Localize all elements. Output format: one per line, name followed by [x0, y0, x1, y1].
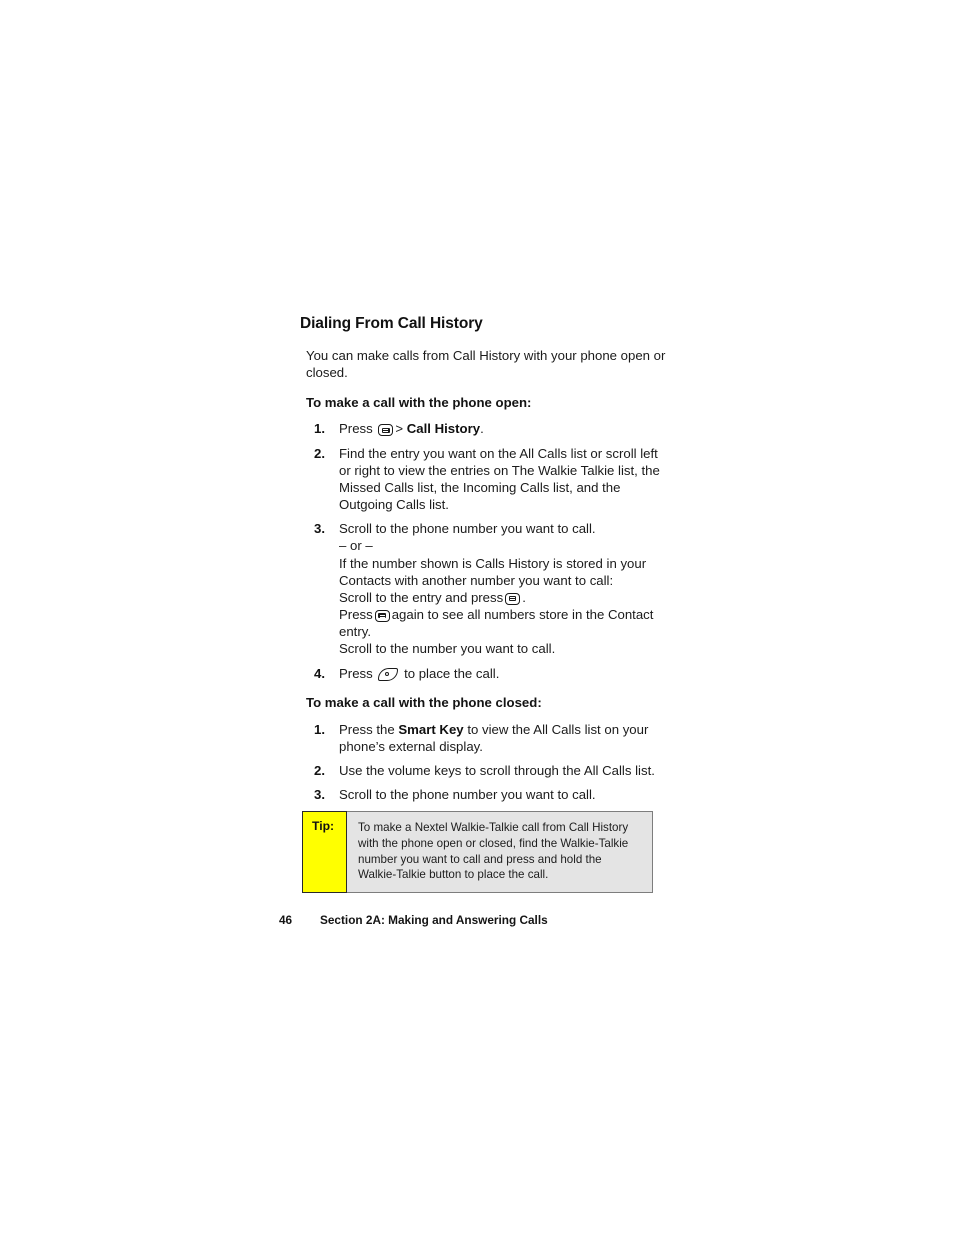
step-bold-term: Call History	[406, 421, 481, 437]
manual-page: Dialing From Call History You can make c…	[0, 0, 954, 1235]
menu-key-icon	[378, 424, 394, 437]
step-text: Use the volume keys to scroll through th…	[339, 762, 655, 778]
page-content: Dialing From Call History You can make c…	[300, 315, 670, 865]
step-sub-line-1: If the number shown is Calls History is …	[339, 555, 647, 588]
step-bold-term: Smart Key	[398, 721, 464, 737]
procedure-open-lead: To make a call with the phone open:	[306, 394, 532, 410]
step-number: 3.	[314, 521, 325, 537]
procedure-closed-lead: To make a call with the phone closed:	[306, 694, 542, 710]
menu-key-icon	[505, 592, 521, 605]
step-sub-line-2: Scroll to the entry and press.	[339, 589, 670, 606]
send-key-icon	[378, 667, 399, 681]
list-item: 2. Find the entry you want on the All Cal…	[300, 445, 670, 514]
step-text-post: to place the call.	[404, 665, 500, 681]
list-item: 1. Press the Smart Key to view the All Ca…	[300, 721, 670, 755]
step-sub-line-2-post: .	[522, 589, 526, 605]
step-chevron: >	[395, 421, 404, 437]
step-number: 1.	[314, 721, 325, 737]
list-item: 3. Scroll to the phone number you want to…	[300, 520, 670, 657]
step-number: 4.	[314, 665, 325, 681]
step-number: 3.	[314, 787, 325, 803]
menu-key-icon	[374, 610, 390, 623]
page-title: Dialing From Call History	[300, 315, 483, 332]
procedure-open-list: 1. Press > Call History. 2. Find the entry…	[300, 420, 670, 681]
step-text-pre: Press	[339, 665, 373, 681]
tip-callout-box: Tip: To make a Nextel Walkie-Talkie call…	[302, 811, 653, 894]
step-sub-line-3: Press again to see all numbers store in t…	[339, 606, 670, 640]
tip-body-text: To make a Nextel Walkie-Talkie call from…	[358, 821, 629, 882]
step-text: Find the entry you want on the All Calls…	[339, 445, 660, 513]
list-item: 3. Scroll to the phone number you want to…	[300, 786, 670, 803]
step-text-tail: .	[480, 421, 484, 437]
step-number: 1.	[314, 421, 325, 437]
step-text-pre: Press the	[339, 721, 395, 737]
list-item: 4. Press to place the call.	[300, 665, 670, 682]
step-sub-or: – or –	[339, 538, 373, 554]
step-sub-line-4: Scroll to the number you want to call.	[339, 641, 556, 657]
tip-label: Tip:	[302, 811, 347, 894]
step-sub-line-3-pre: Press	[339, 607, 373, 623]
step-text-pre: Press	[339, 421, 373, 437]
step-number: 2.	[314, 762, 325, 778]
intro-paragraph: You can make calls from Call History wit…	[306, 347, 666, 380]
step-text: Scroll to the phone number you want to c…	[339, 521, 596, 537]
step-text: Scroll to the phone number you want to c…	[339, 787, 596, 803]
step-number: 2.	[314, 445, 325, 461]
list-item: 2. Use the volume keys to scroll through …	[300, 762, 670, 779]
footer-section-text: Section 2A: Making and Answering Calls	[320, 913, 548, 927]
list-item: 1. Press > Call History.	[300, 420, 670, 437]
step-sub-line-2-pre: Scroll to the entry and press	[339, 589, 504, 605]
page-footer: 46 Section 2A: Making and Answering Call…	[279, 913, 679, 927]
footer-page-number: 46	[279, 913, 293, 927]
